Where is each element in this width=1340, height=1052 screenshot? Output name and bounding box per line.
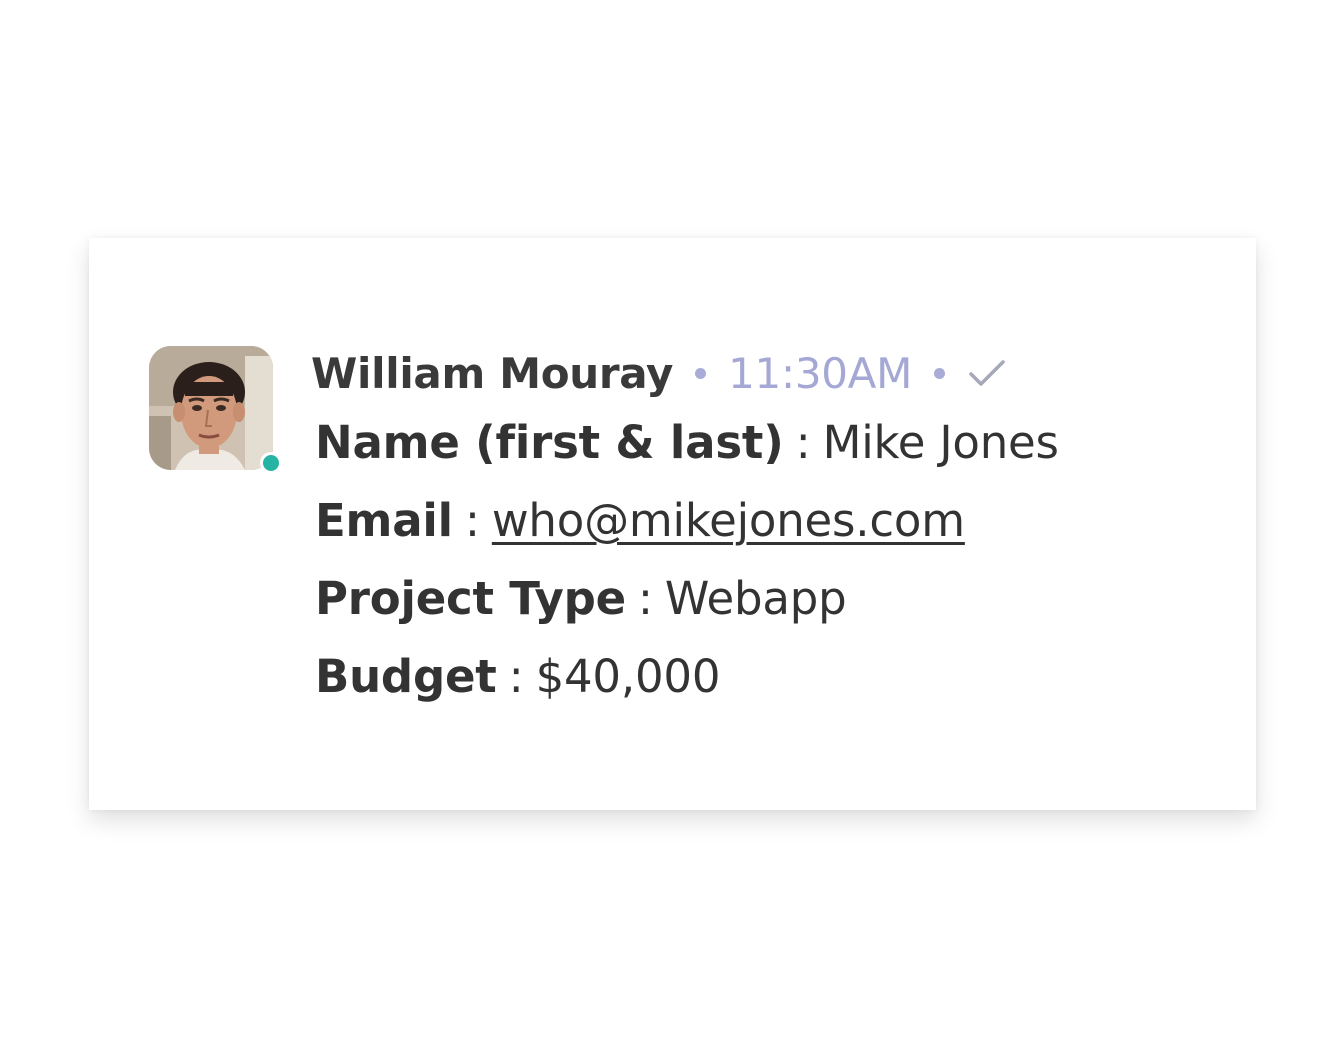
message-header: William Mouray 11:30AM [311,342,1216,404]
field-row-project-type: Project Type: Webapp [311,560,1216,638]
field-label: Email [315,494,453,547]
separator-dot [695,367,707,379]
separator-dot [934,367,946,379]
field-label: Budget [315,650,497,703]
field-label: Project Type [315,572,626,625]
email-link[interactable]: who@mikejones.com [492,494,965,547]
field-separator: : [795,416,811,469]
field-label: Name (first & last) [315,416,784,469]
presence-status-dot [260,452,282,474]
field-value: Webapp [664,572,847,625]
checkmark-icon [967,356,1007,390]
field-separator: : [464,494,480,547]
sender-name[interactable]: William Mouray [311,349,673,398]
message-content: William Mouray 11:30AM Name (first & las… [311,342,1216,716]
avatar-container[interactable] [149,346,282,474]
field-separator: : [637,572,653,625]
avatar[interactable] [149,346,273,470]
avatar-photo [149,346,273,470]
field-row-email: Email: who@mikejones.com [311,482,1216,560]
message-card: William Mouray 11:30AM Name (first & las… [89,238,1256,810]
field-value: $40,000 [535,650,721,703]
message-timestamp: 11:30AM [728,348,913,398]
field-value: Mike Jones [822,416,1059,469]
field-separator: : [508,650,524,703]
field-row-name: Name (first & last): Mike Jones [311,404,1216,482]
field-row-budget: Budget: $40,000 [311,638,1216,716]
